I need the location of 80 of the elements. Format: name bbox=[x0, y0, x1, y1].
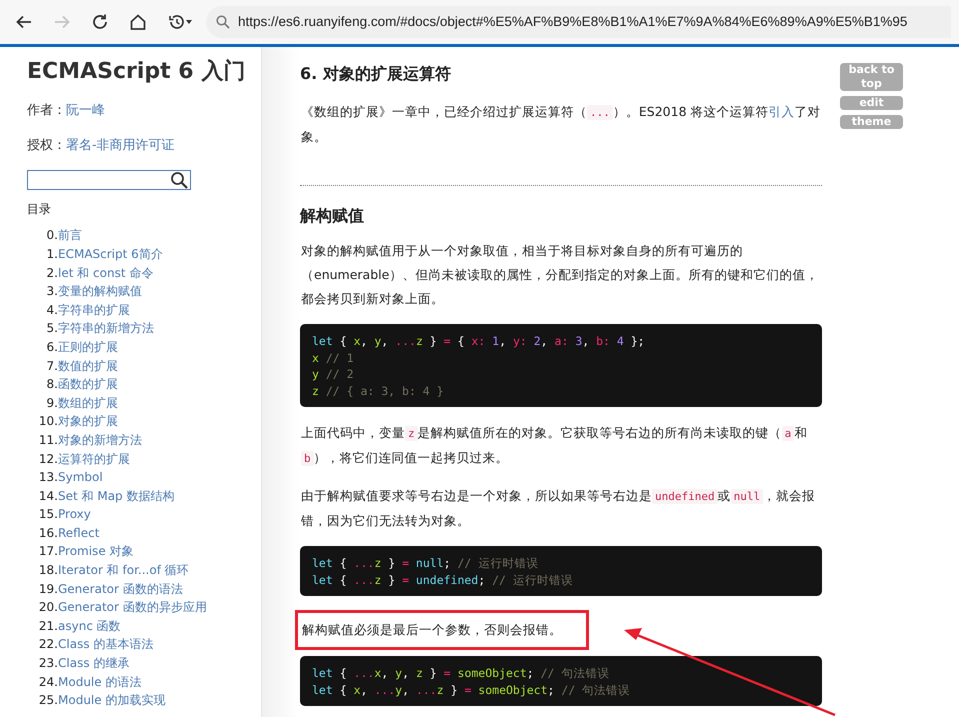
toc-number: 4. bbox=[46, 302, 58, 319]
toc-number: 18. bbox=[38, 562, 58, 580]
history-icon bbox=[167, 13, 193, 31]
paragraph: 上面代码中，变量 z 是解构赋值所在的对象。它获取等号右边的所有尚未读取的键（ a 和 b ），将它们连同值一起拷贝过来。 bbox=[300, 424, 808, 468]
subsection-heading: 解构赋值 bbox=[300, 206, 365, 226]
search-icon bbox=[216, 15, 230, 29]
meta-link[interactable]: 阮一峰 bbox=[66, 101, 105, 121]
toc-link[interactable]: Reflect bbox=[58, 524, 100, 542]
paragraph: 对象的解构赋值用于从一个对象取值，相当于将目标对象自身的所有可遍历的（enumerable）、但尚未被读取的属性，分配到指定的对象上面。所有的键和它们的值，都会拷贝到新对象上面。 bbox=[300, 242, 820, 308]
reload-icon bbox=[91, 13, 109, 31]
toc-link[interactable]: 运算符的扩展 bbox=[58, 450, 130, 468]
toc-number: 11. bbox=[38, 432, 58, 449]
toc-number: 1. bbox=[46, 246, 58, 263]
toc-number: 5. bbox=[46, 320, 58, 338]
toc-heading: 目录 bbox=[27, 201, 52, 218]
toc-link[interactable]: 数组的扩展 bbox=[58, 394, 118, 412]
search-field[interactable] bbox=[27, 170, 191, 190]
section-heading: 6. 对象的扩展运算符 bbox=[300, 64, 452, 84]
toc-number: 9. bbox=[46, 394, 58, 412]
toc-link[interactable]: Generator 函数的语法 bbox=[58, 580, 183, 598]
toc-number: 13. bbox=[38, 469, 58, 486]
toc-link[interactable]: Class 的基本语法 bbox=[58, 635, 154, 654]
toc-number: 25. bbox=[38, 692, 58, 710]
toc-link[interactable]: Promise 对象 bbox=[58, 542, 134, 562]
toc-number: 6. bbox=[46, 338, 58, 356]
paragraph: 解构赋值必须是最后一个参数，否则会报错。 bbox=[301, 622, 562, 638]
toc-number: 23. bbox=[38, 655, 58, 672]
toc-link[interactable]: let 和 const 命令 bbox=[58, 264, 154, 282]
toc-link[interactable]: Symbol bbox=[58, 468, 103, 487]
toc-link[interactable]: 正则的扩展 bbox=[58, 338, 118, 357]
address-field[interactable]: https://es6.ruanyifeng.com/#docs/object#%E5%AF%B9%E8%B1%A1%E7%9A%84%E6%89%A9%E5%B1%95 bbox=[206, 6, 951, 38]
toc-link[interactable]: 函数的扩展 bbox=[58, 375, 118, 394]
toc-number: 12. bbox=[38, 450, 58, 468]
toc-link[interactable]: Module 的语法 bbox=[58, 672, 142, 692]
toc-link[interactable]: Iterator 和 for...of 循环 bbox=[58, 561, 189, 580]
side-button[interactable]: edit bbox=[840, 96, 903, 110]
search-icon bbox=[170, 171, 188, 190]
toc-link[interactable]: 对象的扩展 bbox=[58, 412, 118, 431]
paragraph: 由于解构赋值要求等号右边是一个对象，所以如果等号右边是 undefined 或 null ，就会报错，因为它们无法转为对象。 bbox=[300, 487, 816, 530]
toc-number: 17. bbox=[38, 543, 58, 560]
toc-number: 3. bbox=[46, 283, 58, 300]
toc-link[interactable]: Set 和 Map 数据结构 bbox=[58, 486, 174, 506]
toc-link[interactable]: 对象的新增方法 bbox=[58, 430, 142, 450]
side-button[interactable]: back to top bbox=[840, 63, 903, 91]
code-block: let { ...z } = null; // 运行时错误 let { ...z } = undefined; // 运行时错误 bbox=[300, 546, 822, 596]
paragraph: 《数组的扩展》一章中，已经介绍过扩展运算符（ ... ）。ES2018 将这个运算符引入了对象。 bbox=[300, 103, 822, 146]
toc-number: 19. bbox=[38, 580, 58, 598]
toc-link[interactable]: 变量的解构赋值 bbox=[58, 282, 142, 301]
forward-arrow-icon bbox=[53, 13, 71, 31]
toc-link[interactable]: Generator 函数的异步应用 bbox=[58, 598, 207, 617]
meta-link[interactable]: 署名-非商用许可证 bbox=[66, 136, 175, 156]
toc-number: 21. bbox=[38, 618, 58, 635]
toc-link[interactable]: Module 的加载实现 bbox=[58, 691, 166, 710]
toc-number: 20. bbox=[38, 599, 58, 616]
toc-number: 22. bbox=[38, 636, 58, 654]
site-title: ECMAScript 6 入门 bbox=[27, 59, 246, 86]
meta-label: 授权： bbox=[27, 136, 66, 155]
meta-label: 作者： bbox=[27, 102, 66, 120]
home-icon bbox=[129, 13, 147, 31]
back-arrow-icon bbox=[15, 13, 33, 31]
toc-number: 14. bbox=[38, 488, 58, 505]
toc-number: 8. bbox=[46, 376, 58, 394]
toc-link[interactable]: 字符串的新增方法 bbox=[58, 319, 154, 338]
toc-number: 15. bbox=[38, 506, 58, 524]
toc-number: 0. bbox=[46, 227, 58, 244]
code-block: let { ...x, y, z } = someObject; // 句法错误 let { x, ...y, ...z } = someObject; // 句法错误 bbox=[300, 656, 822, 706]
toc-number: 2. bbox=[46, 264, 58, 282]
toc-link[interactable]: ECMAScript 6简介 bbox=[58, 244, 163, 264]
toc-link[interactable]: 字符串的扩展 bbox=[58, 300, 130, 320]
toc-link[interactable]: 数值的扩展 bbox=[58, 356, 118, 376]
toc-number: 16. bbox=[38, 524, 58, 542]
toc-number: 24. bbox=[38, 674, 58, 691]
toc-number: 7. bbox=[46, 358, 58, 375]
toc-link[interactable]: 前言 bbox=[58, 226, 82, 245]
toc-link[interactable]: Class 的继承 bbox=[58, 654, 130, 673]
code-block: let { x, y, ...z } = { x: 1, y: 2, a: 3, b: 4 }; x // 1 y // 2 z // { a: 3, b: 4 } bbox=[300, 324, 822, 408]
toc-link[interactable]: Proxy bbox=[58, 505, 91, 524]
toc-link[interactable]: async 函数 bbox=[58, 616, 121, 636]
toc-number: 10. bbox=[38, 413, 58, 430]
side-button[interactable]: theme bbox=[840, 115, 903, 129]
